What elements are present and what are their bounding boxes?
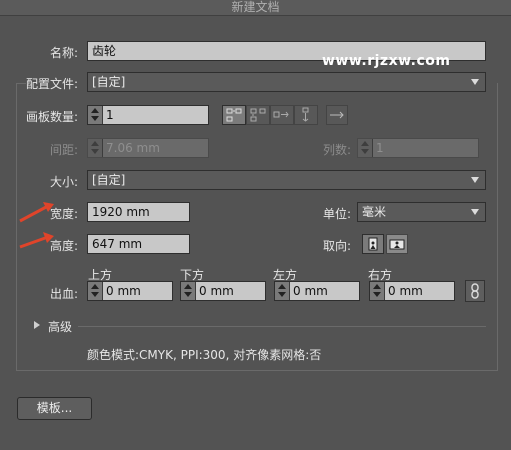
stepper-arrows-icon[interactable] [370, 282, 385, 300]
window-title: 新建文档 [231, 0, 280, 14]
spacing-stepper[interactable]: 7.06 mm [87, 138, 209, 158]
bleed-top-stepper[interactable]: 0 mm [87, 281, 173, 301]
width-input[interactable]: 1920 mm [87, 202, 190, 222]
document-settings-group [16, 83, 498, 371]
grid-by-row-icon[interactable] [222, 105, 246, 125]
stepper-arrows-icon[interactable] [275, 282, 290, 300]
landscape-orientation-icon[interactable] [386, 234, 408, 254]
arrange-by-column-icon[interactable] [294, 105, 318, 125]
bleed-left-value: 0 mm [293, 284, 328, 298]
title-bar: 新建文档 [0, 0, 511, 16]
units-label: 单位: [323, 207, 352, 221]
size-value: [自定] [92, 173, 126, 187]
frame-top-left [16, 83, 26, 84]
grid-by-column-icon[interactable] [246, 105, 270, 125]
annotation-arrows [19, 202, 54, 249]
name-label: 名称: [50, 46, 79, 60]
orientation-label: 取向: [323, 239, 352, 253]
bleed-right-stepper[interactable]: 0 mm [369, 281, 455, 301]
units-value: 毫米 [362, 205, 387, 219]
stepper-arrows-icon[interactable] [88, 282, 103, 300]
chevron-down-icon [471, 209, 479, 215]
stepper-arrows-icon[interactable] [181, 282, 196, 300]
stepper-arrows-icon[interactable] [88, 106, 103, 124]
size-select[interactable]: [自定] [87, 170, 486, 190]
artboards-value: 1 [106, 108, 114, 122]
templates-button[interactable]: 模板... [17, 397, 92, 420]
chevron-down-icon [471, 177, 479, 183]
stepper-arrows-icon[interactable] [88, 139, 103, 157]
bleed-right-value: 0 mm [388, 284, 423, 298]
advanced-summary: 颜色模式:CMYK, PPI:300, 对齐像素网格:否 [87, 348, 322, 362]
watermark-text: www.rjzxw.com [322, 53, 451, 69]
profile-value: [自定] [92, 75, 126, 89]
bleed-bottom-stepper[interactable]: 0 mm [180, 281, 266, 301]
artboards-stepper[interactable]: 1 [87, 105, 209, 125]
profile-label: 配置文件: [26, 75, 82, 92]
link-icon[interactable] [465, 280, 485, 302]
spacing-label: 间距: [50, 143, 79, 157]
arrange-by-row-icon[interactable] [270, 105, 294, 125]
advanced-label[interactable]: 高级 [48, 318, 72, 335]
columns-label: 列数: [323, 143, 352, 157]
height-input[interactable]: 647 mm [87, 234, 190, 254]
columns-stepper[interactable]: 1 [357, 138, 479, 158]
expand-triangle-icon[interactable] [33, 320, 41, 330]
artboards-label: 画板数量: [26, 110, 79, 124]
units-select[interactable]: 毫米 [357, 202, 486, 222]
chevron-down-icon [471, 79, 479, 85]
bleed-label: 出血: [50, 287, 79, 301]
bleed-bottom-value: 0 mm [199, 284, 234, 298]
advanced-divider [78, 326, 486, 327]
columns-value: 1 [376, 141, 384, 155]
profile-select[interactable]: [自定] [87, 72, 486, 92]
size-label: 大小: [50, 175, 79, 189]
bleed-left-stepper[interactable]: 0 mm [274, 281, 360, 301]
spacing-value: 7.06 mm [106, 141, 160, 155]
portrait-orientation-icon[interactable] [362, 234, 384, 254]
bleed-top-value: 0 mm [106, 284, 141, 298]
stepper-arrows-icon[interactable] [358, 139, 373, 157]
right-to-left-icon[interactable] [326, 105, 348, 125]
